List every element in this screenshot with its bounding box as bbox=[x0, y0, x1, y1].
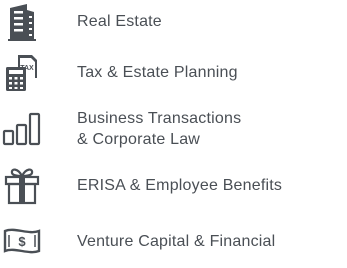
gift-icon bbox=[0, 162, 44, 208]
practice-item-label: Tax & Estate Planning bbox=[77, 64, 238, 81]
building-icon bbox=[0, 0, 44, 44]
money-bill-icon: $ bbox=[0, 218, 44, 264]
svg-text:$: $ bbox=[18, 234, 26, 249]
practice-item-tax-estate-planning[interactable]: TAX Tax & Estate Planning bbox=[0, 50, 347, 96]
practice-item-label: ERISA & Employee Benefits bbox=[77, 177, 283, 194]
practice-item-real-estate[interactable]: Real Estate bbox=[0, 0, 347, 44]
practice-areas-list: Real Estate TAX Tax & Estate Planning Bu… bbox=[0, 0, 347, 268]
practice-item-label: Business Transactions & Corporate Law bbox=[77, 108, 241, 150]
label-line-1: Business Transactions bbox=[77, 110, 242, 127]
tax-calculator-icon: TAX bbox=[0, 50, 44, 96]
practice-item-erisa-employee-benefits[interactable]: ERISA & Employee Benefits bbox=[0, 162, 347, 208]
practice-item-venture-capital-financial[interactable]: $ Venture Capital & Financial bbox=[0, 218, 347, 264]
practice-item-label: Venture Capital & Financial bbox=[77, 233, 276, 250]
practice-item-label: Real Estate bbox=[77, 13, 162, 30]
bar-chart-icon bbox=[0, 108, 44, 150]
label-line-2: & Corporate Law bbox=[77, 131, 201, 148]
practice-item-business-transactions[interactable]: Business Transactions & Corporate Law bbox=[0, 104, 347, 154]
